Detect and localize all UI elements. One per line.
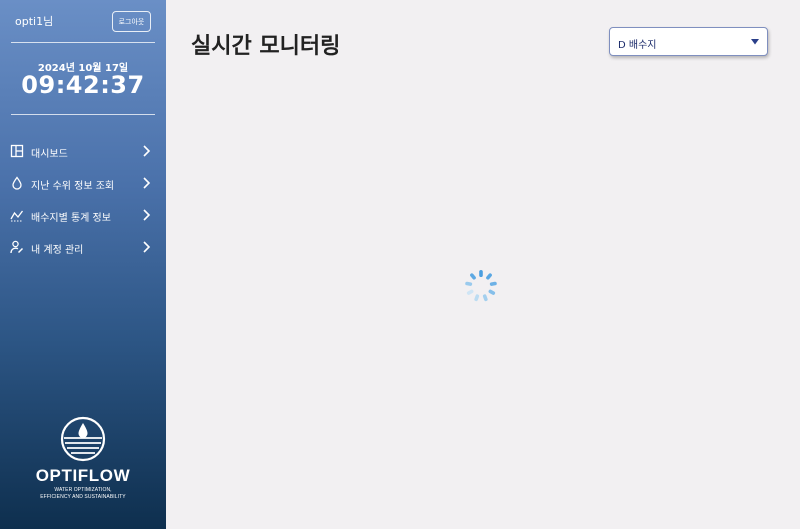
dropdown-arrow-icon (751, 39, 759, 45)
account-edit-icon (10, 240, 24, 254)
logout-button[interactable]: 로그아웃 (112, 11, 151, 32)
nav-label: 대시보드 (31, 149, 68, 160)
nav-label: 내 계정 관리 (31, 245, 84, 256)
current-time: 09:42:37 (21, 71, 145, 99)
loading-spinner-icon (465, 270, 497, 302)
dashboard-icon (10, 144, 24, 158)
brand-name: OPTIFLOW (35, 466, 131, 485)
nav-item-past-water-level[interactable]: 지난 수위 정보 조회 (0, 169, 166, 197)
reservoir-select[interactable]: D 배수지 (609, 27, 768, 56)
sidebar: opti1님 로그아웃 2024년 10월 17일 09:42:37 대시보드 … (0, 0, 166, 529)
nav-item-reservoir-stats[interactable]: 배수지별 통계 정보 (0, 201, 166, 229)
nav-item-dashboard[interactable]: 대시보드 (0, 137, 166, 165)
water-drop-icon (12, 176, 22, 190)
nav-label: 배수지별 통계 정보 (31, 213, 111, 224)
brand-tagline: EFFICIENCY AND SUSTAINABILITY (40, 494, 126, 500)
nav-item-account[interactable]: 내 계정 관리 (0, 233, 166, 261)
username: opti1님 (15, 15, 54, 28)
divider (11, 114, 155, 115)
page-title: 실시간 모니터링 (191, 34, 341, 59)
brand-tagline: WATER OPTIMIZATION, (54, 487, 112, 493)
main-content: 실시간 모니터링 D 배수지 (166, 0, 800, 529)
trend-chart-icon (10, 210, 24, 222)
divider (11, 42, 155, 43)
nav-label: 지난 수위 정보 조회 (31, 181, 115, 192)
reservoir-select-value: D 배수지 (618, 40, 657, 51)
chevron-right-icon (143, 241, 151, 253)
user-row: opti1님 로그아웃 (0, 0, 166, 42)
chevron-right-icon (143, 177, 151, 189)
chevron-right-icon (143, 145, 151, 157)
optiflow-logo-icon (60, 416, 106, 462)
chevron-right-icon (143, 209, 151, 221)
